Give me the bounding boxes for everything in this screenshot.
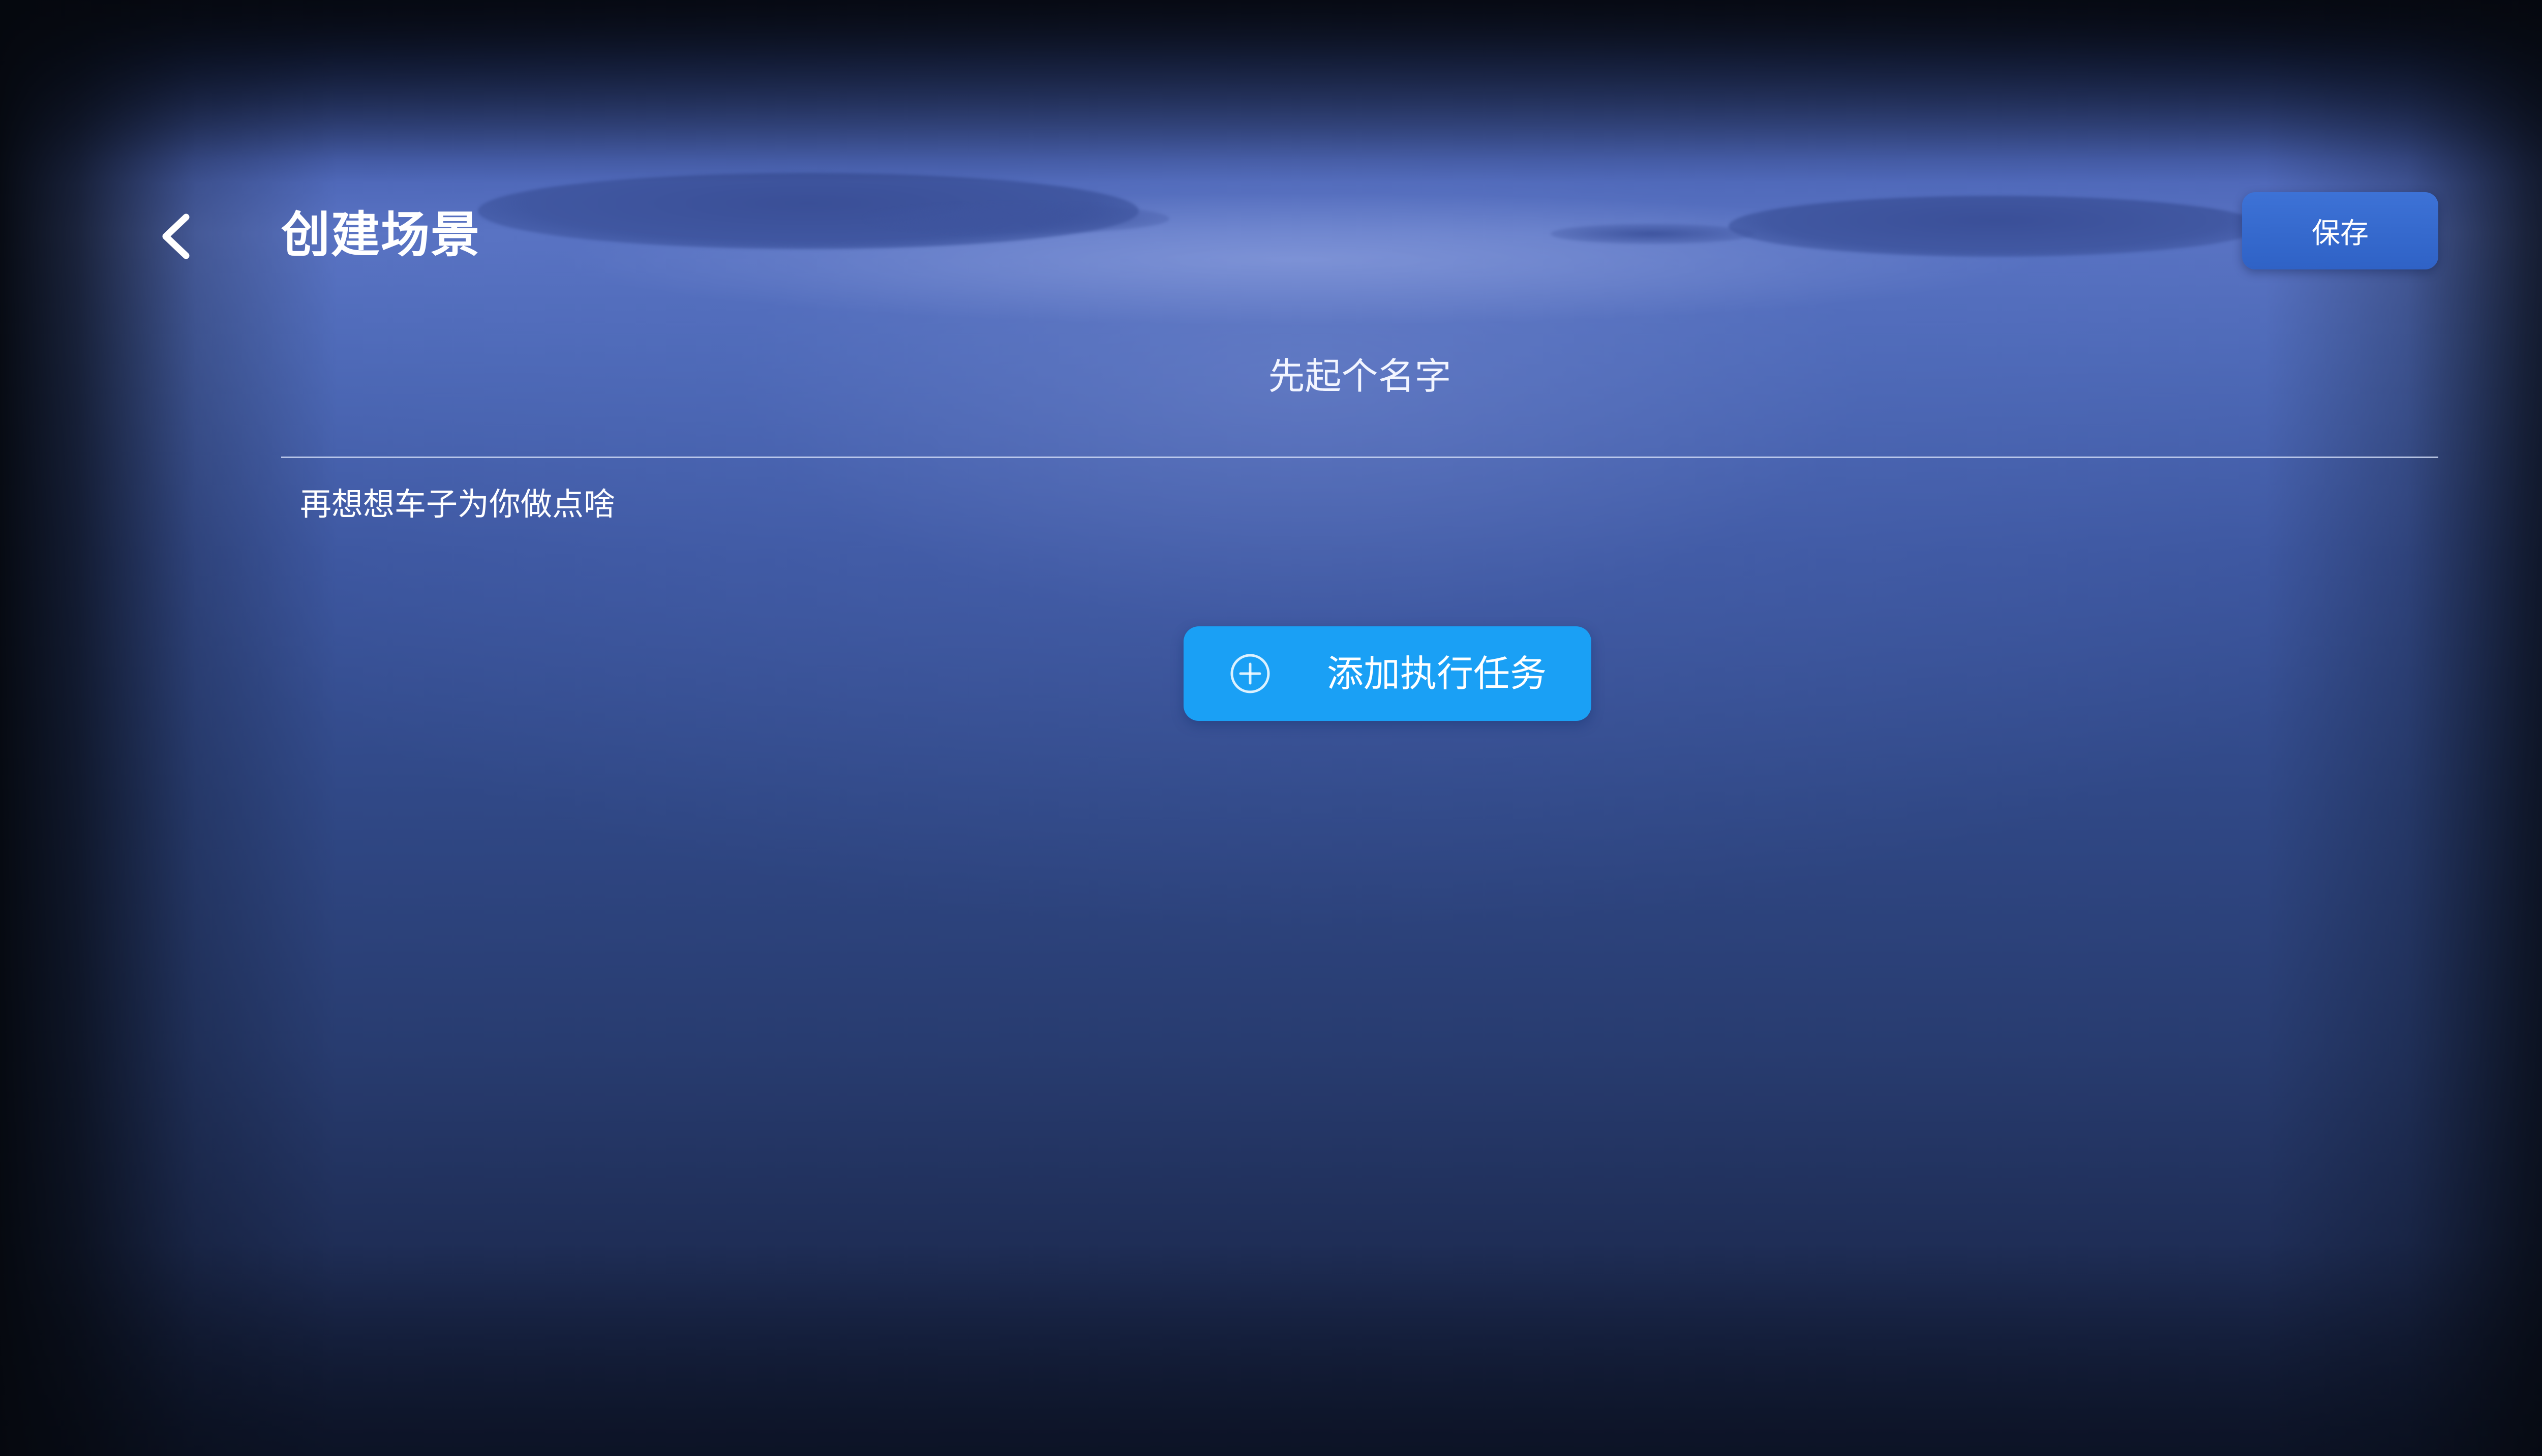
add-task-button[interactable]: 添加执行任务 [1184,626,1591,721]
scene-name-underline [281,457,2438,458]
background-mountain [1551,224,1754,244]
background-horizon-glow [559,193,2034,325]
background-mountain [478,173,1139,249]
tasks-section-label: 再想想车子为你做点啥 [300,486,616,523]
background-mountain [1729,196,2262,257]
save-button[interactable]: 保存 [2242,192,2438,269]
back-button[interactable] [147,203,203,269]
scene-name-field [281,325,2438,458]
page-title: 创建场景 [281,206,480,263]
plus-circle-icon [1230,654,1270,693]
scene-name-input[interactable] [281,325,2438,427]
background-top-shade [0,0,2542,183]
chevron-left-icon [162,214,190,259]
background-bottom-shade [0,1242,2542,1456]
create-scene-screen: 创建场景 保存 再想想车子为你做点啥 添加执行任务 [0,0,2542,1456]
add-task-label: 添加执行任务 [1327,652,1547,695]
background-mountain [864,203,1169,234]
